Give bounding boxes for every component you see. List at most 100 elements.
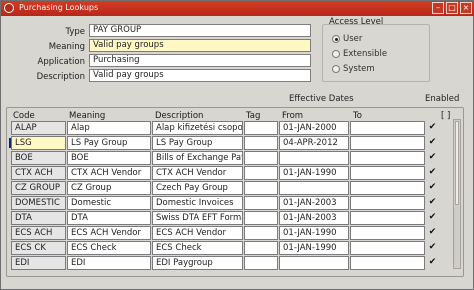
code-cell[interactable]: CTX ACH [11, 166, 66, 180]
code-cell[interactable]: BOE [11, 151, 66, 165]
radio-unselected-icon[interactable] [332, 65, 340, 73]
enabled-check-icon[interactable]: ✔ [428, 152, 437, 162]
table-row[interactable]: CTX ACH CTX ACH Vendor CTX ACH Vendor 01… [1, 166, 474, 181]
to-date-cell[interactable] [350, 136, 425, 150]
table-row[interactable]: BOE BOE Bills of Exchange Paygr ✔ [1, 151, 474, 166]
to-date-cell[interactable] [350, 166, 425, 180]
from-date-cell[interactable]: 01-JAN-2003 [279, 211, 349, 225]
description-cell[interactable]: Swiss DTA EFT Format [152, 211, 243, 225]
description-cell[interactable]: CTX ACH Vendor [152, 166, 243, 180]
from-date-cell[interactable]: 01-JAN-2000 [279, 121, 349, 135]
tag-cell[interactable] [244, 226, 278, 240]
code-cell[interactable]: ECS ACH [11, 226, 66, 240]
radio-unselected-icon[interactable] [332, 50, 340, 58]
close-icon[interactable]: × [460, 2, 472, 14]
description-cell[interactable]: ECS Check [152, 241, 243, 255]
meaning-cell[interactable]: EDI [67, 256, 151, 270]
description-cell[interactable]: Bills of Exchange Paygr [152, 151, 243, 165]
table-row[interactable]: EDI EDI EDI Paygroup ✔ [1, 256, 474, 271]
access-system-option[interactable]: System [332, 64, 375, 74]
meaning-field[interactable]: Valid pay groups [89, 39, 311, 52]
enabled-check-icon[interactable]: ✔ [428, 197, 437, 207]
code-cell[interactable]: CZ GROUP [11, 181, 66, 195]
meaning-cell[interactable]: CTX ACH Vendor [67, 166, 151, 180]
access-extensible-option[interactable]: Extensible [332, 49, 387, 59]
meaning-cell[interactable]: DTA [67, 211, 151, 225]
to-date-cell[interactable] [350, 241, 425, 255]
to-date-cell[interactable] [350, 151, 425, 165]
to-date-cell[interactable] [350, 226, 425, 240]
description-cell[interactable]: Domestic Invoices [152, 196, 243, 210]
meaning-cell[interactable]: ECS Check [67, 241, 151, 255]
maximize-icon[interactable]: □ [446, 2, 458, 14]
enabled-check-icon[interactable]: ✔ [428, 167, 437, 177]
vertical-scrollbar[interactable] [453, 119, 461, 269]
tag-cell[interactable] [244, 151, 278, 165]
table-row[interactable]: DTA DTA Swiss DTA EFT Format 01-JAN-2003… [1, 211, 474, 226]
table-row[interactable]: ECS CK ECS Check ECS Check 01-JAN-1990 ✔ [1, 241, 474, 256]
radio-selected-icon[interactable] [332, 35, 340, 43]
from-date-cell[interactable]: 04-APR-2012 [279, 136, 349, 150]
code-cell[interactable]: DOMESTIC [11, 196, 66, 210]
code-cell[interactable]: ALAP [11, 121, 66, 135]
tag-cell[interactable] [244, 166, 278, 180]
description-cell[interactable]: LS Pay Group [152, 136, 243, 150]
oracle-icon [4, 3, 14, 13]
enabled-check-icon[interactable]: ✔ [428, 182, 437, 192]
tag-cell[interactable] [244, 136, 278, 150]
code-cell[interactable]: LSG [11, 136, 66, 150]
tag-cell[interactable] [244, 121, 278, 135]
from-date-cell[interactable] [279, 181, 349, 195]
description-cell[interactable]: EDI Paygroup [152, 256, 243, 270]
from-date-cell[interactable]: 01-JAN-1990 [279, 241, 349, 255]
table-row[interactable]: CZ GROUP CZ Group Czech Pay Group ✔ [1, 181, 474, 196]
description-field[interactable]: Valid pay groups [89, 69, 311, 82]
enabled-check-icon[interactable]: ✔ [428, 227, 437, 237]
enabled-check-icon[interactable]: ✔ [428, 257, 437, 267]
from-date-cell[interactable]: 01-JAN-2003 [279, 196, 349, 210]
meaning-cell[interactable]: BOE [67, 151, 151, 165]
tag-cell[interactable] [244, 196, 278, 210]
access-user-option[interactable]: User [332, 34, 362, 44]
from-date-cell[interactable]: 01-JAN-1990 [279, 226, 349, 240]
to-date-cell[interactable] [350, 211, 425, 225]
to-date-cell[interactable] [350, 121, 425, 135]
table-row[interactable]: ECS ACH ECS ACH Vendor ECS ACH Vendor 01… [1, 226, 474, 241]
meaning-cell[interactable]: LS Pay Group [67, 136, 151, 150]
tag-cell[interactable] [244, 256, 278, 270]
title-bar[interactable]: Purchasing Lookups – □ × [1, 1, 474, 16]
tag-cell[interactable] [244, 211, 278, 225]
description-label: Description [36, 72, 85, 82]
table-row[interactable]: ALAP Alap Alap kifizetési csoport 01-JAN… [1, 121, 474, 136]
description-cell[interactable]: ECS ACH Vendor [152, 226, 243, 240]
enabled-check-icon[interactable]: ✔ [428, 212, 437, 222]
meaning-cell[interactable]: Domestic [67, 196, 151, 210]
description-column-header: Description [155, 111, 204, 121]
code-cell[interactable]: ECS CK [11, 241, 66, 255]
to-date-cell[interactable] [350, 181, 425, 195]
tag-cell[interactable] [244, 241, 278, 255]
description-cell[interactable]: Alap kifizetési csoport [152, 121, 243, 135]
application-field[interactable]: Purchasing [89, 54, 311, 67]
from-date-cell[interactable]: 01-JAN-1990 [279, 166, 349, 180]
tag-cell[interactable] [244, 181, 278, 195]
meaning-cell[interactable]: ECS ACH Vendor [67, 226, 151, 240]
minimize-icon[interactable]: – [432, 2, 444, 14]
from-date-cell[interactable] [279, 256, 349, 270]
from-date-cell[interactable] [279, 151, 349, 165]
table-row[interactable]: DOMESTIC Domestic Domestic Invoices 01-J… [1, 196, 474, 211]
meaning-cell[interactable]: CZ Group [67, 181, 151, 195]
code-cell[interactable]: EDI [11, 256, 66, 270]
enabled-check-icon[interactable]: ✔ [428, 242, 437, 252]
description-cell[interactable]: Czech Pay Group [152, 181, 243, 195]
type-field[interactable]: PAY GROUP [89, 24, 311, 37]
meaning-cell[interactable]: Alap [67, 121, 151, 135]
table-row[interactable]: LSG LS Pay Group LS Pay Group 04-APR-201… [1, 136, 474, 151]
to-date-cell[interactable] [350, 256, 425, 270]
scrollbar-thumb[interactable] [455, 121, 459, 205]
code-cell[interactable]: DTA [11, 211, 66, 225]
enabled-check-icon[interactable]: ✔ [428, 137, 437, 147]
code-column-header: Code [13, 111, 35, 121]
enabled-check-icon[interactable]: ✔ [428, 122, 437, 132]
to-date-cell[interactable] [350, 196, 425, 210]
